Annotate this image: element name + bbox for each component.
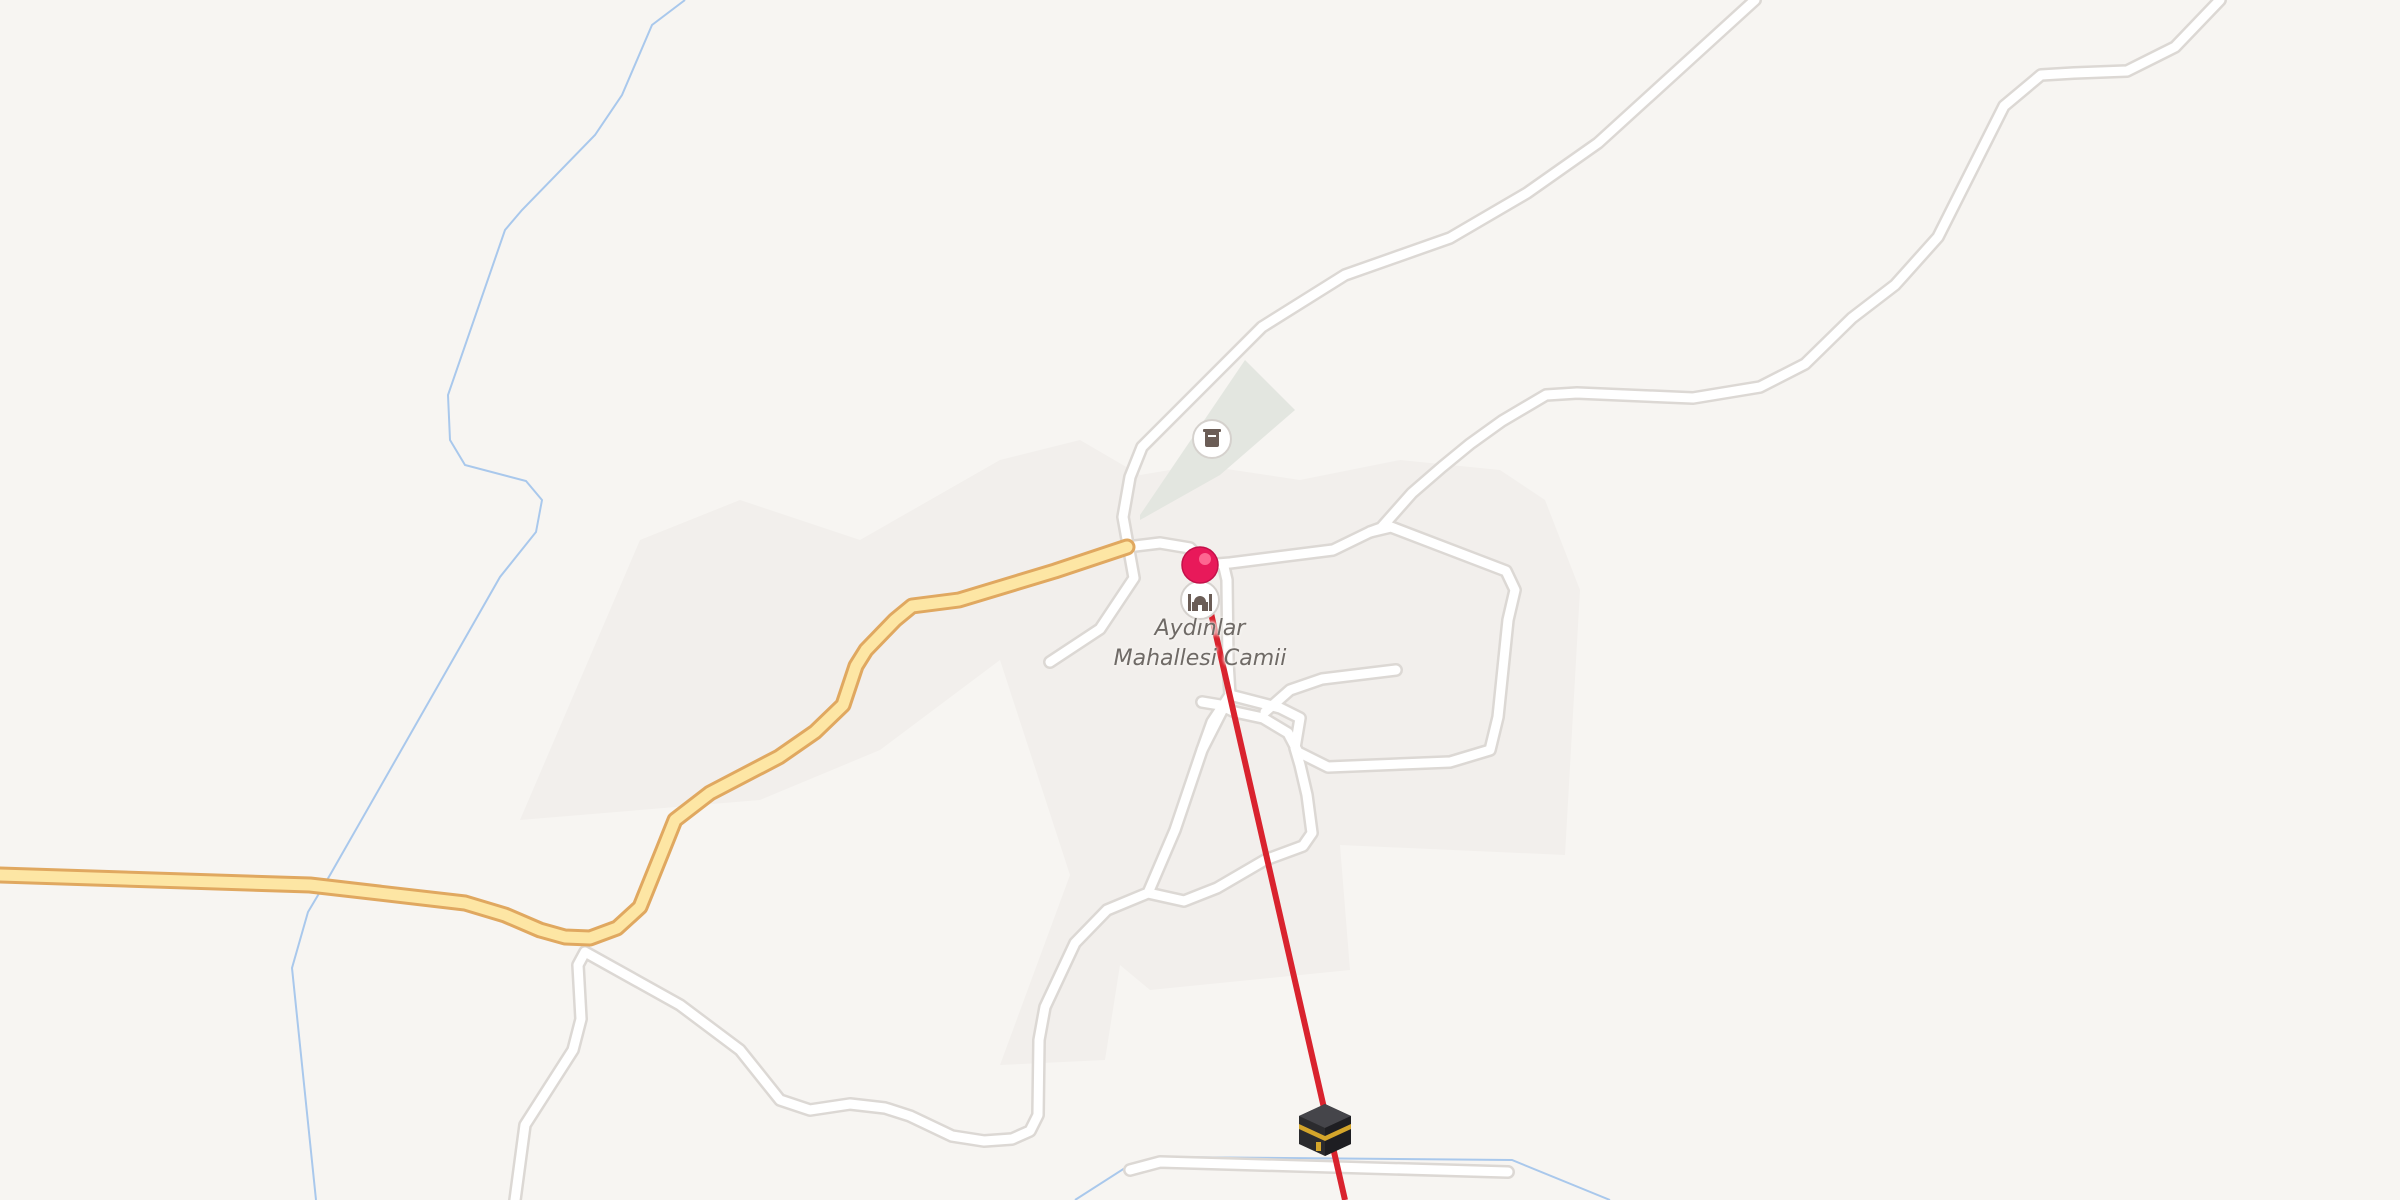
location-pin-icon[interactable] xyxy=(1181,546,1219,584)
mosque-icon[interactable] xyxy=(1180,580,1220,620)
map-layer xyxy=(0,0,2227,1200)
cemetery-icon[interactable] xyxy=(1192,419,1232,459)
map-canvas[interactable]: Aydınlar Mahallesi Camii xyxy=(0,0,2400,1200)
road xyxy=(1365,0,2225,537)
kaaba-icon[interactable] xyxy=(1299,1104,1351,1156)
